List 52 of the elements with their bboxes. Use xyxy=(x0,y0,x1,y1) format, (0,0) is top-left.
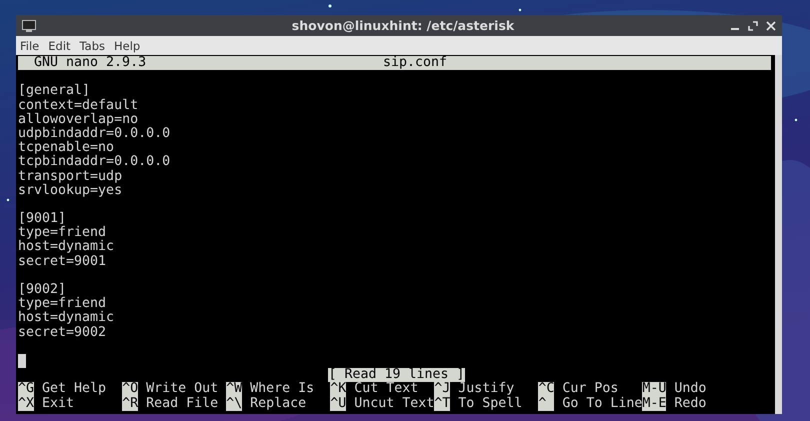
editor-version: GNU nano 2.9.3 xyxy=(33,56,146,70)
shortcut-label: Write Out xyxy=(145,382,218,396)
shortcut-key: ^C xyxy=(538,382,554,396)
code-line: srvlookup=yes xyxy=(18,184,122,198)
code-line: transport=udp xyxy=(18,170,122,184)
shortcut-label: Where Is xyxy=(249,382,314,396)
shortcut-key: ^J xyxy=(434,382,450,396)
menu-item[interactable]: Tabs xyxy=(80,38,105,52)
code-line: tcpbindaddr=0.0.0.0 xyxy=(18,155,170,170)
code-line: [9002] xyxy=(18,283,66,297)
code-line: [general] xyxy=(18,84,90,98)
shortcut-key: M-E xyxy=(642,396,666,411)
shortcut-label: Replace xyxy=(249,396,306,411)
code-line: type=friend xyxy=(18,226,106,240)
shortcut-label: Undo xyxy=(673,382,706,396)
shortcut-label: Cur Pos xyxy=(561,382,618,396)
shortcut-key: ^\ xyxy=(226,396,242,411)
shortcut-label: Uncut Text xyxy=(353,396,434,411)
shortcut-label: Exit xyxy=(41,396,74,411)
code-line: secret=9001 xyxy=(18,254,106,269)
shortcut-key: ^G xyxy=(18,382,34,396)
shortcut-key: ^R xyxy=(122,396,138,411)
menu-item[interactable]: File xyxy=(20,38,40,52)
shortcut-label: Redo xyxy=(673,396,706,411)
code-line: tcpenable=no xyxy=(18,141,114,156)
shortcut-key: ^O xyxy=(122,382,138,396)
shortcut-label: Read File xyxy=(145,396,218,411)
shortcut-label: Cut Text xyxy=(353,382,418,396)
menu-item[interactable]: Edit xyxy=(48,38,71,52)
menu-item[interactable]: Help xyxy=(114,38,140,52)
shortcut-key: ^ xyxy=(538,396,554,411)
code-line: host=dynamic xyxy=(18,311,114,326)
window-title: shovon@linuxhint: /etc/asterisk xyxy=(290,18,516,33)
shortcut-key: ^W xyxy=(226,382,242,396)
shortcut-label: Justify xyxy=(457,382,514,396)
shortcut-label: To Spell xyxy=(457,396,522,411)
status-message: [ Read 19 lines ] xyxy=(328,368,465,382)
code-line: secret=9002 xyxy=(18,326,106,340)
code-line: udpbindaddr=0.0.0.0 xyxy=(18,126,170,141)
shortcut-label: Go To Line xyxy=(561,396,642,411)
code-line: type=friend xyxy=(18,297,106,312)
shortcut-key: ^K xyxy=(330,382,346,396)
shortcut-key: M-U xyxy=(642,382,666,396)
code-line: context=default xyxy=(18,98,138,113)
shortcut-key: ^T xyxy=(434,396,450,411)
shortcut-key: ^X xyxy=(18,396,34,411)
shortcut-key: ^U xyxy=(330,396,346,411)
shortcut-label: Get Help xyxy=(41,382,106,396)
code-line: allowoverlap=no xyxy=(18,112,138,127)
file-name: sip.conf xyxy=(383,56,448,70)
code-line: host=dynamic xyxy=(18,240,114,255)
code-line: [9001] xyxy=(18,212,66,226)
